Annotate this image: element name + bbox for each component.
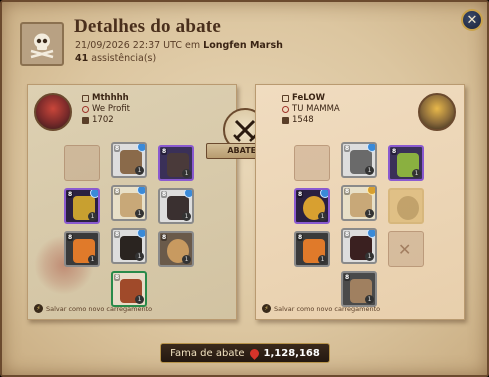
cape-slot[interactable]: 81 xyxy=(158,145,194,181)
offhand-slot[interactable] xyxy=(388,188,424,224)
mainhand-slot[interactable]: 81 xyxy=(294,188,330,224)
reload-icon: ⚡ xyxy=(34,304,43,313)
kill-details-window: Detalhes do abate 21/09/2026 22:37 UTC e… xyxy=(0,0,489,377)
mount-slot[interactable]: 81 xyxy=(111,271,147,307)
save-loadout-label: Salvar como novo carregamento xyxy=(46,304,153,313)
victim-avatar[interactable] xyxy=(418,93,456,131)
kill-datetime: 21/09/2026 22:37 UTC em Longfen Marsh xyxy=(75,40,283,51)
mount-slot[interactable]: 81 xyxy=(341,271,377,307)
datetime-text: 21/09/2026 22:37 UTC em xyxy=(75,40,201,51)
head-slot[interactable]: 81 xyxy=(341,142,377,178)
food-slot: ✕ xyxy=(388,231,424,267)
killer-info: Mthhhh We Profit 1702 xyxy=(82,93,130,126)
assist-number: 41 xyxy=(75,53,89,64)
guild-icon xyxy=(82,106,89,113)
assist-count: 41 assistência(s) xyxy=(75,53,156,64)
save-loadout-label: Salvar como novo carregamento xyxy=(274,304,381,313)
player-icon xyxy=(82,95,89,102)
head-slot[interactable]: 81 xyxy=(111,142,147,178)
bag-slot xyxy=(294,145,330,181)
bag-slot xyxy=(64,145,100,181)
location-text: Longfen Marsh xyxy=(203,40,283,51)
fame-label: Fama de abate xyxy=(170,347,245,359)
armor-slot[interactable]: 81 xyxy=(111,185,147,221)
save-loadout-button[interactable]: ⚡ Salvar como novo carregamento xyxy=(262,304,380,313)
fame-icon xyxy=(247,346,261,360)
skull-crossbones-icon xyxy=(20,22,64,66)
close-button[interactable]: ✕ xyxy=(461,9,483,31)
food-slot[interactable]: 81 xyxy=(158,231,194,267)
killer-item-power: 1702 xyxy=(92,115,114,125)
kill-fame-bar: Fama de abate 1,128,168 xyxy=(160,343,330,363)
guild-icon xyxy=(282,106,289,113)
reload-icon: ⚡ xyxy=(262,304,271,313)
victim-panel: FeLOW TU MAMMA 1548 81 81 81 81 81 81 ✕ … xyxy=(255,84,465,320)
item-power-icon xyxy=(282,117,289,124)
killer-guild[interactable]: We Profit xyxy=(92,104,130,115)
victim-guild[interactable]: TU MAMMA xyxy=(292,104,340,115)
killer-avatar[interactable] xyxy=(34,93,72,131)
fame-value: 1,128,168 xyxy=(263,347,320,359)
item-power-icon xyxy=(82,117,89,124)
offhand-item-icon xyxy=(397,196,419,220)
potion-slot[interactable]: 81 xyxy=(294,231,330,267)
page-title: Detalhes do abate xyxy=(74,16,221,37)
shoes-slot[interactable]: 81 xyxy=(341,228,377,264)
victim-name[interactable]: FeLOW xyxy=(292,93,325,104)
fork-knife-icon: ✕ xyxy=(398,240,412,259)
victim-info: FeLOW TU MAMMA 1548 xyxy=(282,93,340,126)
killer-name[interactable]: Mthhhh xyxy=(92,93,129,104)
offhand-slot[interactable]: 81 xyxy=(158,188,194,224)
assist-label: assistência(s) xyxy=(91,53,157,64)
mainhand-slot[interactable]: 81 xyxy=(64,188,100,224)
cape-slot[interactable]: 81 xyxy=(388,145,424,181)
killer-panel: Mthhhh We Profit 1702 81 81 81 81 81 81 … xyxy=(27,84,237,320)
save-loadout-button[interactable]: ⚡ Salvar como novo carregamento xyxy=(34,304,152,313)
player-icon xyxy=(282,95,289,102)
victim-item-power: 1548 xyxy=(292,115,314,125)
armor-slot[interactable]: 81 xyxy=(341,185,377,221)
close-icon: ✕ xyxy=(466,12,478,28)
potion-slot[interactable]: 81 xyxy=(64,231,100,267)
shoes-slot[interactable]: 81 xyxy=(111,228,147,264)
